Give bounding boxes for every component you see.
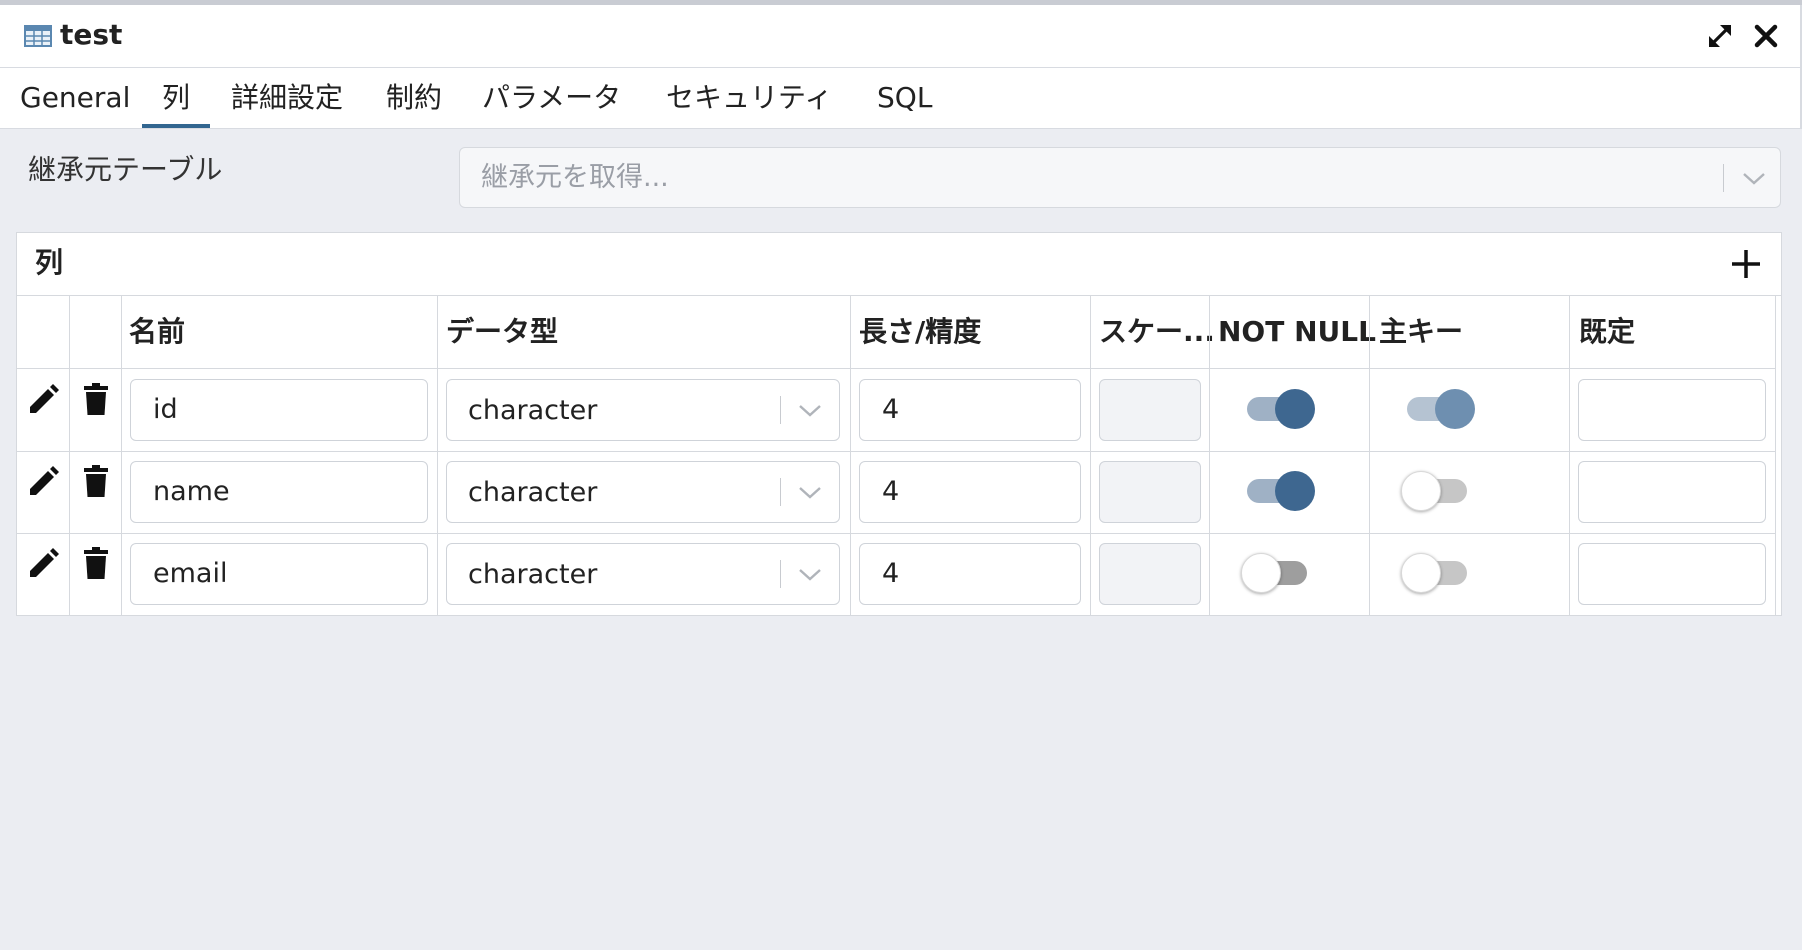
default-input[interactable] [1578, 461, 1766, 523]
header-default: 既定 [1579, 315, 1636, 348]
primary-key-toggle[interactable] [1403, 389, 1475, 429]
trash-icon[interactable] [79, 382, 113, 416]
table-row: name character 4 [17, 451, 1775, 533]
header-name: 名前 [129, 315, 186, 348]
grid-divider [1775, 296, 1776, 616]
not-null-toggle[interactable] [1243, 389, 1315, 429]
chevron-down-icon [799, 405, 821, 417]
primary-key-toggle[interactable] [1401, 553, 1475, 593]
not-null-toggle[interactable] [1241, 553, 1315, 593]
data-type-value: character [468, 559, 598, 590]
not-null-toggle[interactable] [1243, 471, 1315, 511]
length-input[interactable]: 4 [859, 379, 1081, 441]
scale-input [1099, 379, 1201, 441]
data-type-value: character [468, 477, 598, 508]
trash-icon[interactable] [79, 546, 113, 580]
data-type-value: character [468, 395, 598, 426]
inherit-select[interactable]: 継承元を取得... [459, 147, 1781, 208]
scale-input [1099, 543, 1201, 605]
tab-security[interactable]: セキュリティ [666, 78, 832, 128]
select-separator [780, 396, 781, 424]
column-name-input[interactable]: name [130, 461, 428, 523]
expand-icon[interactable] [1704, 20, 1736, 52]
tab-constraints[interactable]: 制約 [386, 78, 442, 128]
toggle-knob [1435, 389, 1475, 429]
tab-columns[interactable]: 列 [141, 78, 211, 128]
header-length: 長さ/精度 [859, 315, 982, 348]
trash-icon[interactable] [79, 464, 113, 498]
columns-panel-title: 列 [35, 246, 64, 279]
dialog-title: test [60, 18, 123, 51]
header-data-type: データ型 [446, 315, 559, 348]
tab-general[interactable]: General [20, 78, 130, 128]
data-type-select[interactable]: character [446, 461, 840, 523]
chevron-down-icon [799, 487, 821, 499]
data-type-select[interactable]: character [446, 543, 840, 605]
inherit-label: 継承元テーブル [28, 153, 223, 186]
column-name-input[interactable]: id [130, 379, 428, 441]
table-row: id character 4 [17, 369, 1775, 451]
default-input[interactable] [1578, 379, 1766, 441]
tab-parameters[interactable]: パラメータ [482, 78, 621, 128]
toggle-knob [1275, 389, 1315, 429]
tab-sql[interactable]: SQL [877, 78, 932, 128]
select-separator [780, 560, 781, 588]
row-divider [17, 615, 1775, 616]
edit-icon[interactable] [26, 547, 60, 581]
edit-icon[interactable] [26, 465, 60, 499]
add-row-icon[interactable] [1729, 247, 1763, 281]
toggle-knob [1241, 553, 1281, 593]
grid-header: 名前 データ型 長さ/精度 スケー... NOT NULL 主キー 既定 [17, 296, 1775, 369]
length-input[interactable]: 4 [859, 461, 1081, 523]
close-icon[interactable] [1750, 20, 1782, 52]
column-name-input[interactable]: email [130, 543, 428, 605]
header-not-null: NOT NULL [1218, 315, 1376, 348]
header-primary-key: 主キー [1379, 315, 1464, 348]
default-input[interactable] [1578, 543, 1766, 605]
length-input[interactable]: 4 [859, 543, 1081, 605]
table-row: email character 4 [17, 533, 1775, 615]
tab-bar: General 列 詳細設定 制約 パラメータ セキュリティ SQL [0, 68, 1802, 129]
chevron-down-icon [1743, 173, 1765, 185]
select-separator [1723, 164, 1724, 192]
header-scale: スケー... [1099, 315, 1215, 348]
chevron-down-icon [799, 569, 821, 581]
toggle-knob [1275, 471, 1315, 511]
primary-key-toggle[interactable] [1401, 471, 1475, 511]
inherit-placeholder: 継承元を取得... [481, 162, 669, 193]
dialog-titlebar: test [0, 5, 1802, 68]
select-separator [780, 478, 781, 506]
data-type-select[interactable]: character [446, 379, 840, 441]
scale-input [1099, 461, 1201, 523]
columns-panel: 列 名前 データ型 長さ/精度 スケー... NOT NULL 主キー 既定 i… [16, 232, 1782, 616]
toggle-knob [1401, 471, 1441, 511]
toggle-knob [1401, 553, 1441, 593]
tab-advanced[interactable]: 詳細設定 [231, 78, 343, 128]
columns-panel-header: 列 [17, 233, 1781, 296]
table-icon [24, 25, 52, 47]
edit-icon[interactable] [26, 383, 60, 417]
